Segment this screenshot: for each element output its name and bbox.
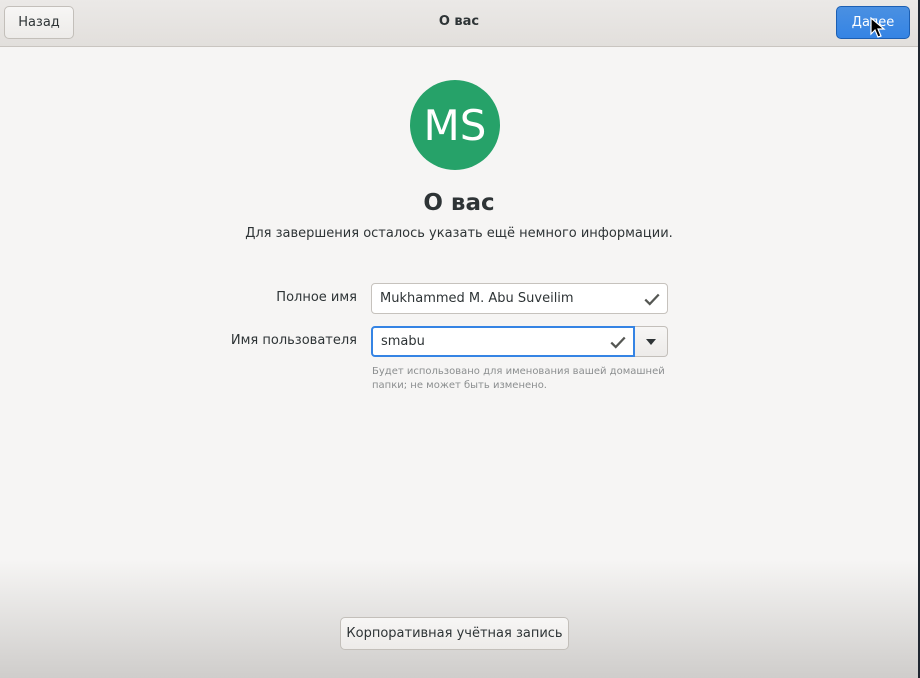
- username-hint: Будет использовано для именования вашей …: [372, 366, 665, 391]
- window-title: О вас: [438, 14, 480, 29]
- avatar-initials: MS: [423, 100, 487, 150]
- checkmark-icon: [644, 293, 660, 306]
- fullname-value: Mukhammed M. Abu Suveilim: [380, 291, 574, 306]
- setup-window: Назад О вас Далее MS О вас Для завершени…: [0, 0, 920, 678]
- enterprise-login-button[interactable]: Корпоративная учётная запись: [340, 617, 569, 650]
- username-dropdown-button[interactable]: [635, 326, 668, 357]
- header-bar: Назад О вас Далее: [0, 0, 918, 47]
- mouse-pointer-icon: [870, 17, 886, 38]
- username-label: Имя пользователя: [230, 333, 357, 348]
- avatar[interactable]: MS: [410, 80, 500, 170]
- chevron-down-icon: [646, 338, 656, 345]
- fullname-label: Полное имя: [276, 290, 357, 305]
- checkmark-icon: [610, 336, 626, 349]
- username-input[interactable]: smabu: [371, 326, 635, 357]
- page-heading: О вас: [423, 190, 495, 216]
- page-subtitle: Для завершения осталось указать ещё немн…: [245, 226, 673, 241]
- fullname-input[interactable]: Mukhammed M. Abu Suveilim: [371, 283, 668, 314]
- username-value: smabu: [381, 334, 425, 349]
